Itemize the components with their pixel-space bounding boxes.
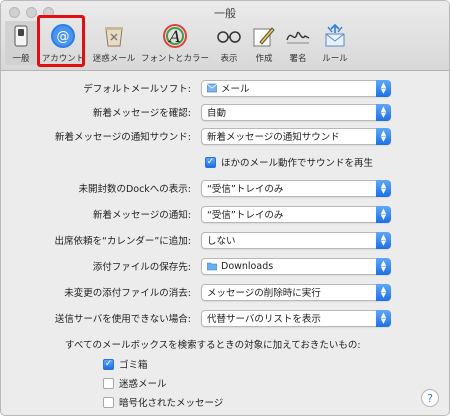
accounts-highlight xyxy=(37,15,85,67)
chevron-updown-icon: ▲ ▼ xyxy=(376,205,391,223)
invites-select[interactable]: しない ▲ ▼ xyxy=(201,231,391,249)
dock-unread-value: “受信”トレイのみ xyxy=(207,184,284,195)
notifications-select[interactable]: “受信”トレイのみ ▲ ▼ xyxy=(201,205,391,223)
server-unavail-select[interactable]: 代替サーバのリストを表示 ▲ ▼ xyxy=(201,309,391,327)
signature-icon xyxy=(285,23,311,49)
search-encrypted-checkbox[interactable] xyxy=(103,396,114,408)
default-mail-label: デフォルトメールソフト: xyxy=(83,84,191,95)
tab-junk[interactable]: 迷惑メール xyxy=(89,21,139,65)
remove-attach-select[interactable]: メッセージの削除時に実行 ▲ ▼ xyxy=(201,283,391,301)
chevron-updown-icon: ▲ ▼ xyxy=(376,79,391,97)
invites-label: 出席依頼を“カレンダー”に追加: xyxy=(54,236,191,247)
tab-signatures-label: 署名 xyxy=(289,54,307,64)
tab-fonts-label: フォントとカラー xyxy=(140,54,209,64)
server-unavail-label: 送信サーバを使用できない場合: xyxy=(54,314,191,325)
search-heading: すべてのメールボックスを検索するときの対象に加えておきたいもの: xyxy=(65,337,361,351)
row-notifications: 新着メッセージの通知: “受信”トレイのみ ▲ ▼ xyxy=(1,203,449,225)
row-invites: 出席依頼を“カレンダー”に追加: しない ▲ ▼ xyxy=(1,229,449,251)
dock-unread-select[interactable]: “受信”トレイのみ ▲ ▼ xyxy=(201,179,391,197)
downloads-label: 添付ファイルの保存先: xyxy=(92,262,191,273)
search-trash-checkbox[interactable]: ✓ xyxy=(103,358,114,370)
new-sound-select[interactable]: 新着メッセージの通知サウンド ▲ ▼ xyxy=(201,127,391,145)
help-button[interactable]: ? xyxy=(421,389,439,407)
check-new-label: 新着メッセージを確認: xyxy=(92,108,191,119)
tab-composing-label: 作成 xyxy=(255,54,273,64)
tab-viewing[interactable]: 表示 xyxy=(211,21,247,65)
folder-icon xyxy=(207,262,217,271)
play-sounds-label: ほかのメール動作でサウンドを再生 xyxy=(221,158,374,169)
tab-rules[interactable]: ルール xyxy=(315,21,355,65)
tab-viewing-label: 表示 xyxy=(220,54,238,64)
preferences-window: 一般 一般 @ アカウント 迷惑メール A フォントとカラー 表示 作成 署名 … xyxy=(0,0,450,416)
titlebar: 一般 一般 @ アカウント 迷惑メール A フォントとカラー 表示 作成 署名 … xyxy=(1,1,449,71)
search-option-encrypted-row[interactable]: 暗号化されたメッセージ xyxy=(103,395,223,409)
tab-fonts[interactable]: A フォントとカラー xyxy=(139,21,211,65)
row-remove-attach: 未変更の添付ファイルの消去: メッセージの削除時に実行 ▲ ▼ xyxy=(1,281,449,303)
remove-attach-value: メッセージの削除時に実行 xyxy=(207,288,321,299)
dock-unread-label: 未開封数のDockへの表示: xyxy=(78,184,191,195)
remove-attach-label: 未変更の添付ファイルの消去: xyxy=(64,288,191,299)
trash-icon xyxy=(101,23,127,49)
downloads-value: Downloads xyxy=(221,260,274,272)
new-sound-label: 新着メッセージの通知サウンド: xyxy=(54,132,191,143)
chevron-updown-icon: ▲ ▼ xyxy=(376,179,391,197)
search-option-junk-row[interactable]: 迷惑メール xyxy=(103,376,167,390)
row-default-mail: デフォルトメールソフト: メール ▲ ▼ xyxy=(1,77,449,99)
chevron-updown-icon: ▲ ▼ xyxy=(376,283,391,301)
tab-rules-label: ルール xyxy=(322,54,348,64)
server-unavail-value: 代替サーバのリストを表示 xyxy=(207,314,321,325)
row-check-new: 新着メッセージを確認: 自動 ▲ ▼ xyxy=(1,101,449,123)
chevron-updown-icon: ▲ ▼ xyxy=(376,231,391,249)
tab-composing[interactable]: 作成 xyxy=(247,21,281,65)
tab-junk-label: 迷惑メール xyxy=(92,54,136,64)
font-icon: A xyxy=(162,23,188,49)
chevron-updown-icon: ▲ ▼ xyxy=(376,103,391,121)
play-sounds-checkbox-row[interactable]: ✓ ほかのメール動作でサウンドを再生 xyxy=(205,155,373,169)
row-server-unavail: 送信サーバを使用できない場合: 代替サーバのリストを表示 ▲ ▼ xyxy=(1,307,449,329)
notifications-value: “受信”トレイのみ xyxy=(207,210,284,221)
play-sounds-checkbox[interactable]: ✓ xyxy=(205,156,216,168)
row-downloads: 添付ファイルの保存先: Downloads ▲ ▼ xyxy=(1,255,449,277)
chevron-updown-icon: ▲ ▼ xyxy=(376,257,391,275)
chevron-updown-icon: ▲ ▼ xyxy=(376,309,391,327)
new-sound-value: 新着メッセージの通知サウンド xyxy=(207,132,340,143)
mail-app-icon xyxy=(207,83,217,93)
search-encrypted-label: 暗号化されたメッセージ xyxy=(119,398,224,409)
search-junk-label: 迷惑メール xyxy=(119,379,167,390)
default-mail-select[interactable]: メール ▲ ▼ xyxy=(201,79,391,97)
default-mail-value: メール xyxy=(221,84,250,95)
check-new-value: 自動 xyxy=(207,108,227,119)
tab-signatures[interactable]: 署名 xyxy=(281,21,315,65)
svg-text:A: A xyxy=(167,27,181,46)
pencil-icon xyxy=(251,23,277,49)
glasses-icon xyxy=(216,23,242,49)
tab-general-label: 一般 xyxy=(12,54,30,64)
tab-general[interactable]: 一般 xyxy=(5,21,37,65)
downloads-select[interactable]: Downloads ▲ ▼ xyxy=(201,257,391,275)
envelope-icon xyxy=(322,23,348,49)
search-heading-text: すべてのメールボックスを検索するときの対象に加えておきたいもの: xyxy=(65,340,361,351)
search-option-trash-row[interactable]: ✓ ゴミ箱 xyxy=(103,357,148,371)
invites-value: しない xyxy=(207,236,236,247)
search-junk-checkbox[interactable] xyxy=(103,377,114,389)
chevron-updown-icon: ▲ ▼ xyxy=(376,127,391,145)
check-new-select[interactable]: 自動 ▲ ▼ xyxy=(201,103,391,121)
switch-icon xyxy=(8,23,34,49)
notifications-label: 新着メッセージの通知: xyxy=(92,210,191,221)
row-new-sound: 新着メッセージの通知サウンド: 新着メッセージの通知サウンド ▲ ▼ xyxy=(1,125,449,147)
search-trash-label: ゴミ箱 xyxy=(119,360,148,371)
row-dock-unread: 未開封数のDockへの表示: “受信”トレイのみ ▲ ▼ xyxy=(1,177,449,199)
